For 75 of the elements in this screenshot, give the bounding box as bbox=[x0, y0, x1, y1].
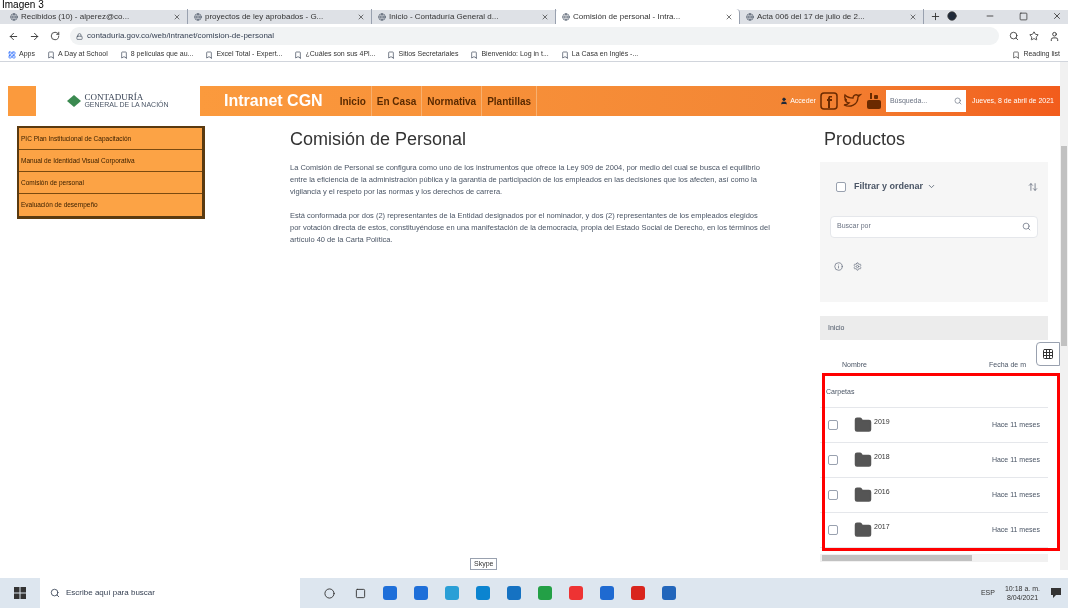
forward-icon[interactable] bbox=[29, 30, 40, 42]
settings-icon[interactable] bbox=[853, 261, 862, 271]
folder-icon bbox=[854, 416, 872, 434]
nav-link[interactable]: Inicio bbox=[334, 86, 372, 116]
checkbox[interactable] bbox=[828, 525, 838, 535]
info-icon[interactable] bbox=[834, 261, 843, 271]
sort-icon[interactable] bbox=[1028, 181, 1038, 192]
bookmark-icon bbox=[119, 50, 128, 59]
tab-favicon-icon bbox=[746, 12, 754, 21]
app-icon[interactable] bbox=[600, 586, 614, 600]
search-icon[interactable] bbox=[1022, 222, 1031, 231]
filter-dropdown[interactable]: Filtrar y ordenar bbox=[854, 180, 937, 194]
close-icon[interactable] bbox=[1052, 11, 1062, 21]
search-icon bbox=[50, 588, 60, 598]
nav-link[interactable]: En Casa bbox=[371, 86, 423, 116]
back-icon[interactable] bbox=[8, 30, 19, 42]
close-icon[interactable] bbox=[173, 12, 181, 21]
facebook-icon[interactable] bbox=[819, 92, 838, 110]
tab-favicon-icon bbox=[562, 12, 570, 21]
zoom-icon[interactable] bbox=[1009, 31, 1019, 41]
grid-icon bbox=[1042, 348, 1054, 360]
bookmark-icon bbox=[205, 50, 214, 59]
close-icon[interactable] bbox=[357, 12, 365, 21]
user-icon bbox=[780, 97, 789, 105]
lock-icon bbox=[76, 32, 83, 40]
app-icon[interactable] bbox=[662, 586, 676, 600]
close-icon[interactable] bbox=[541, 12, 549, 21]
app-icon[interactable] bbox=[383, 586, 397, 600]
tab-favicon-icon bbox=[10, 12, 18, 21]
page-title: Comisión de Personal bbox=[290, 128, 468, 150]
search-icon[interactable] bbox=[953, 97, 962, 105]
new-tab-icon[interactable] bbox=[930, 11, 941, 22]
close-icon[interactable] bbox=[909, 12, 917, 21]
bookmark-icon bbox=[387, 50, 396, 59]
bird-icon[interactable] bbox=[841, 93, 862, 109]
taskbar-search-field[interactable]: Escribe aquí para buscar bbox=[40, 578, 300, 608]
bookmark-icon bbox=[560, 50, 569, 59]
app-icon[interactable] bbox=[414, 586, 428, 600]
checkbox[interactable] bbox=[836, 181, 846, 192]
bookmark-icon bbox=[294, 50, 303, 59]
start-icon[interactable] bbox=[14, 587, 26, 599]
horizontal-scrollbar[interactable] bbox=[820, 554, 1048, 562]
folder-icon bbox=[854, 486, 872, 504]
logo-icon bbox=[67, 95, 82, 107]
tab-favicon-icon bbox=[378, 12, 386, 21]
grid-view-button[interactable] bbox=[1036, 342, 1060, 366]
star-icon[interactable] bbox=[1029, 31, 1039, 41]
browser-tab[interactable]: Comisión de personal - Intra... bbox=[556, 9, 740, 24]
folder-icon bbox=[854, 521, 872, 539]
checkbox[interactable] bbox=[828, 455, 838, 465]
checkbox[interactable] bbox=[828, 420, 838, 430]
folder-icon bbox=[854, 451, 872, 469]
address-bar[interactable]: contaduria.gov.co/web/intranet/comision-de-personal bbox=[70, 27, 999, 45]
maximize-icon[interactable] bbox=[1019, 12, 1028, 21]
checkbox[interactable] bbox=[828, 490, 838, 500]
tab-favicon-icon bbox=[194, 12, 202, 21]
nav-link[interactable]: Normativa bbox=[422, 86, 483, 116]
task-view-icon[interactable] bbox=[355, 587, 366, 599]
apps-grid-icon bbox=[8, 50, 16, 59]
cortana-icon[interactable] bbox=[324, 587, 335, 599]
vertical-scrollbar[interactable] bbox=[1060, 62, 1068, 570]
nav-link[interactable]: Plantillas bbox=[482, 86, 538, 116]
caption: Imagen 3 bbox=[2, 0, 44, 10]
bookmark-icon bbox=[1012, 50, 1021, 59]
app-icon[interactable] bbox=[476, 586, 490, 600]
reload-icon[interactable] bbox=[50, 31, 60, 41]
products-title: Productos bbox=[824, 128, 907, 150]
video-icon[interactable] bbox=[865, 92, 882, 110]
notification-icon[interactable] bbox=[1050, 587, 1062, 599]
app-icon[interactable] bbox=[507, 586, 521, 600]
profile-icon[interactable] bbox=[947, 11, 957, 21]
bookmark-icon bbox=[470, 50, 479, 59]
bookmark-icon bbox=[46, 50, 55, 59]
app-icon[interactable] bbox=[631, 586, 645, 600]
close-icon[interactable] bbox=[725, 12, 733, 21]
